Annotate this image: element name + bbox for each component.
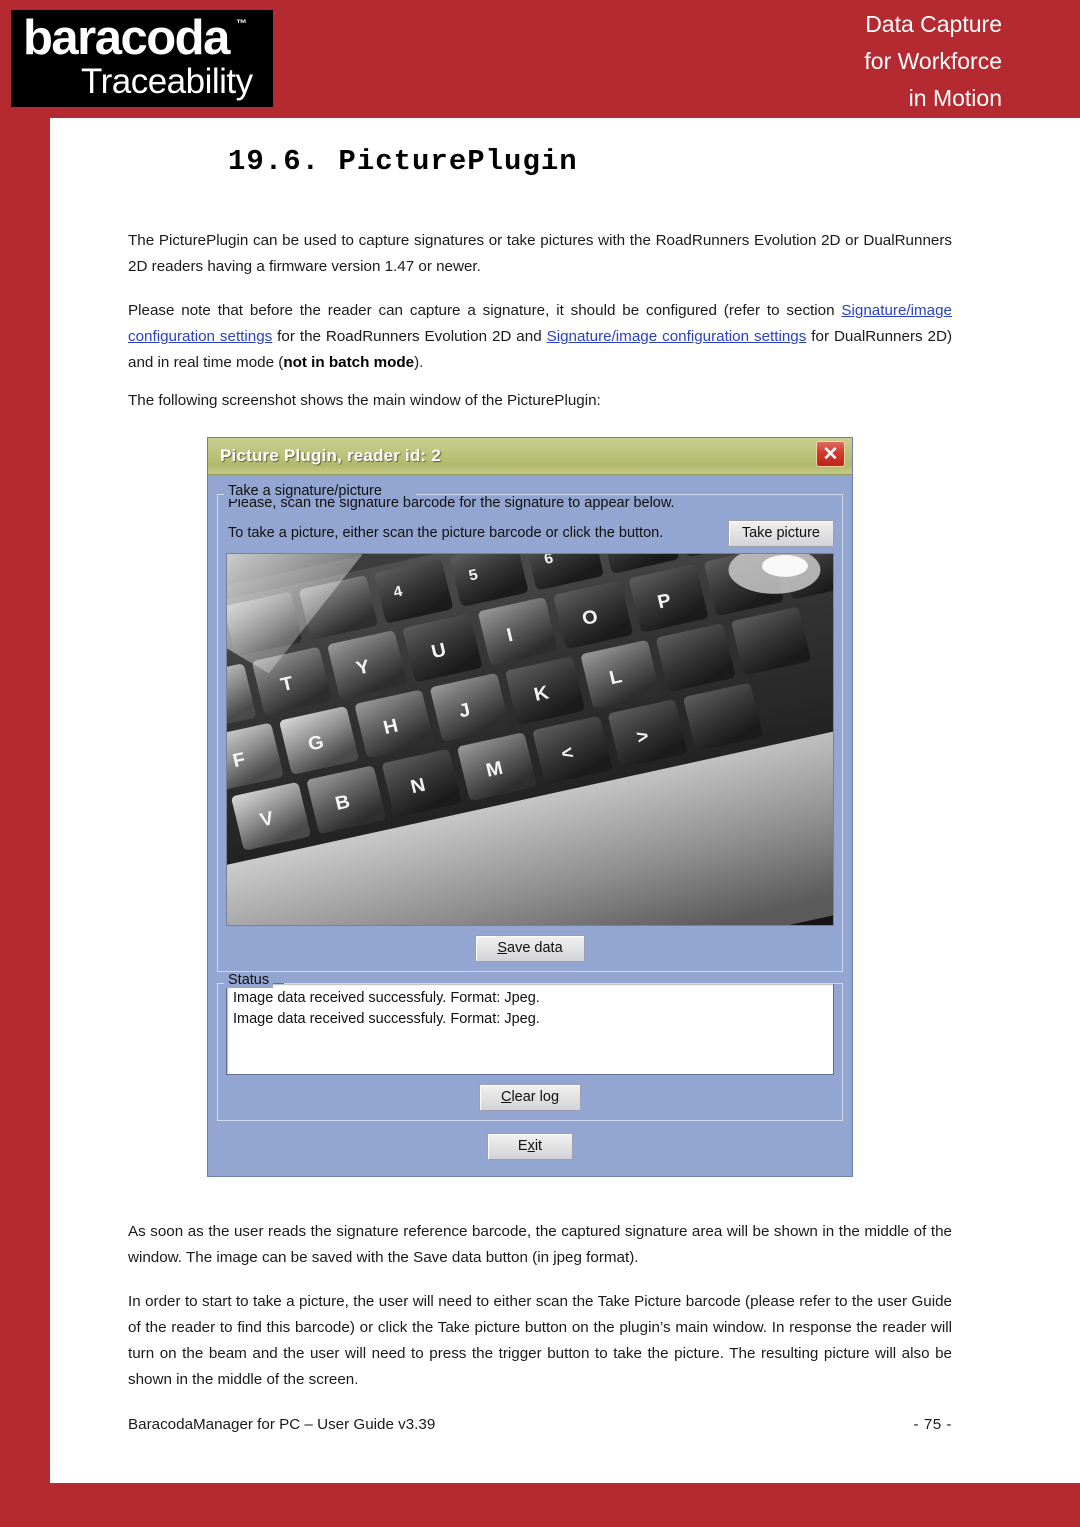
logo-subtitle: Traceability: [81, 62, 253, 101]
take-picture-button[interactable]: Take picture: [727, 520, 834, 547]
groupbox-take-signature-picture-label: Take a signature/picture: [224, 483, 386, 499]
exit-row: Exit: [217, 1133, 843, 1160]
window-titlebar[interactable]: Picture Plugin, reader id: 2 ✕: [208, 438, 852, 475]
p2-text-part-4: ).: [414, 354, 424, 371]
clear-log-button[interactable]: Clear log: [478, 1084, 582, 1111]
save-data-row: Save data: [226, 935, 834, 962]
tagline-line-1: Data Capture: [865, 11, 1002, 37]
groupbox-status: Status Image data received successfuly. …: [217, 972, 843, 1121]
keyboard-photo-icon: 4 5 6 7 8: [227, 554, 833, 925]
take-picture-row: To take a picture, either scan the pictu…: [226, 520, 834, 547]
status-log[interactable]: Image data received successfuly. Format:…: [226, 983, 834, 1075]
page-background: baracoda ™ Traceability Data Capture for…: [0, 0, 1080, 1527]
save-data-label-rest: ave data: [507, 940, 563, 956]
paragraph-signature-capture: As soon as the user reads the signature …: [128, 1223, 952, 1266]
page-title: 19.6. PicturePlugin: [228, 145, 578, 178]
paragraph-screenshot-lead-in: The following screenshot shows the main …: [128, 392, 601, 409]
paragraph-intro: The PicturePlugin can be used to capture…: [128, 232, 952, 275]
capture-instruction-line-2: To take a picture, either scan the pictu…: [228, 525, 664, 541]
captured-image-preview: 4 5 6 7 8: [226, 553, 834, 926]
tagline-line-3: in Motion: [908, 85, 1002, 111]
exit-button[interactable]: Exit: [486, 1133, 574, 1160]
status-log-line: Image data received successfuly. Format:…: [233, 990, 540, 1006]
groupbox-status-label: Status: [224, 972, 274, 988]
paragraph-configuration-note: Please note that before the reader can c…: [128, 298, 952, 376]
close-icon[interactable]: ✕: [816, 441, 845, 467]
tagline-line-2: for Workforce: [864, 48, 1002, 74]
footer-page-number: - 75 -: [913, 1416, 952, 1433]
p2-text-part-1: Please note that before the reader can c…: [128, 302, 842, 319]
baracoda-logo: baracoda ™ Traceability: [11, 10, 273, 107]
clear-log-label-rest: lear log: [511, 1089, 560, 1105]
groupbox-take-signature-picture: Take a signature/picture Please, scan th…: [217, 483, 843, 972]
logo-trademark-symbol: ™: [236, 18, 247, 30]
window-title: Picture Plugin, reader id: 2: [220, 446, 441, 465]
paragraph-take-picture-flow: In order to start to take a picture, the…: [128, 1293, 952, 1388]
p2-text-part-2: for the RoadRunners Evolution 2D and: [272, 328, 547, 345]
link-signature-image-configuration-settings-2[interactable]: Signature/image configuration settings: [547, 328, 807, 345]
header-tagline: Data Capture for Workforce in Motion: [672, 6, 1002, 117]
clear-log-row: Clear log: [226, 1084, 834, 1111]
window-body: Take a signature/picture Please, scan th…: [208, 475, 852, 1169]
logo-wordmark: baracoda: [23, 11, 230, 65]
exit-label-rest: it: [534, 1138, 543, 1154]
footer-guide-title: BaracodaManager for PC – User Guide v3.3…: [128, 1416, 436, 1433]
p2-emphasis-not-in-batch-mode: not in batch mode: [283, 354, 415, 371]
groupbox-rule: [416, 494, 843, 495]
picture-plugin-window: Picture Plugin, reader id: 2 ✕ Take a si…: [207, 437, 853, 1177]
page-footer: BaracodaManager for PC – User Guide v3.3…: [128, 1416, 952, 1433]
status-log-line: Image data received successfuly. Format:…: [233, 1011, 540, 1027]
save-data-button[interactable]: Save data: [475, 935, 585, 962]
groupbox-rule: [284, 983, 843, 984]
page-header: baracoda ™ Traceability Data Capture for…: [0, 0, 1080, 118]
